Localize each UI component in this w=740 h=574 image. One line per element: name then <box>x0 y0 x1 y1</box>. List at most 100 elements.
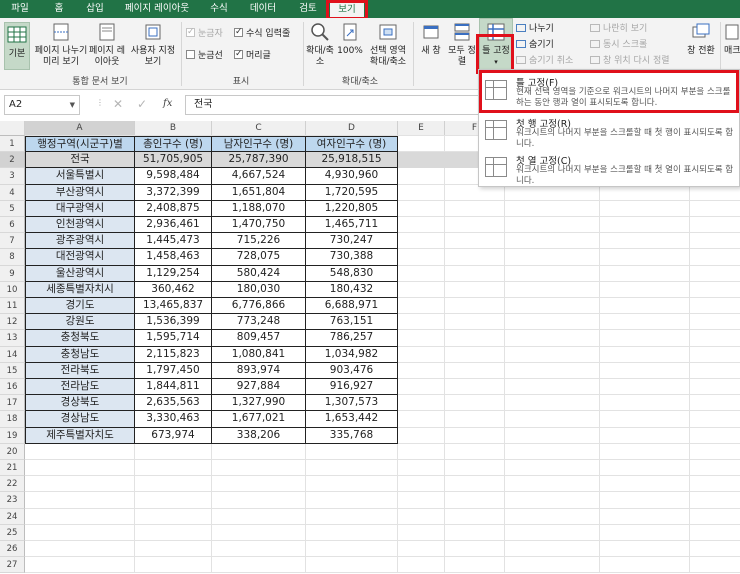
table-cell[interactable]: 730,388 <box>306 249 398 266</box>
table-cell[interactable]: 1,536,399 <box>135 314 212 331</box>
row-header[interactable]: 13 <box>0 330 25 347</box>
table-cell[interactable]: 전국 <box>25 152 135 169</box>
custom-view-button[interactable]: 사용자 지정 보기 <box>128 22 178 68</box>
row-header[interactable]: 12 <box>0 314 25 331</box>
table-cell[interactable]: 903,476 <box>306 362 398 379</box>
row-header[interactable]: 25 <box>0 524 25 541</box>
row-header[interactable]: 23 <box>0 492 25 509</box>
table-cell[interactable]: 울산광역시 <box>25 265 135 282</box>
table-cell[interactable]: 3,372,399 <box>135 184 212 201</box>
split-button[interactable]: 나누기 <box>516 23 554 35</box>
column-header-a[interactable]: A <box>25 121 135 136</box>
enter-check-icon[interactable]: ✓ <box>137 97 147 111</box>
table-cell[interactable]: 25,918,515 <box>306 152 398 169</box>
headings-checkbox[interactable]: 머리글 <box>234 48 271 62</box>
table-cell[interactable]: 1,677,021 <box>212 411 306 428</box>
table-cell[interactable]: 충청북도 <box>25 330 135 347</box>
table-cell[interactable]: 25,787,390 <box>212 152 306 169</box>
table-cell[interactable]: 51,705,905 <box>135 152 212 169</box>
table-cell[interactable]: 809,457 <box>212 330 306 347</box>
table-cell[interactable]: 6,776,866 <box>212 298 306 315</box>
table-cell[interactable]: 730,247 <box>306 233 398 250</box>
row-header[interactable]: 5 <box>0 200 25 217</box>
zoom-to-selection-button[interactable]: 선택 영역 확대/축소 <box>366 22 410 68</box>
table-cell[interactable]: 335,768 <box>306 427 398 444</box>
row-header[interactable]: 3 <box>0 168 25 185</box>
table-cell[interactable]: 13,465,837 <box>135 298 212 315</box>
table-cell[interactable]: 673,974 <box>135 427 212 444</box>
normal-view-button[interactable]: 기본 <box>4 22 30 70</box>
column-header-b[interactable]: B <box>135 121 212 136</box>
table-header-cell[interactable]: 행정구역(시군구)별 <box>25 136 135 153</box>
row-header[interactable]: 18 <box>0 411 25 428</box>
table-cell[interactable]: 서울특별시 <box>25 168 135 185</box>
insert-function-icon[interactable]: fx <box>163 98 172 109</box>
row-header[interactable]: 24 <box>0 508 25 525</box>
row-header[interactable]: 16 <box>0 379 25 396</box>
arrange-all-button[interactable]: 모두 정렬 <box>447 22 477 68</box>
row-header[interactable]: 9 <box>0 265 25 282</box>
row-header[interactable]: 21 <box>0 460 25 477</box>
tab-insert[interactable]: 삽입 <box>78 0 112 18</box>
table-cell[interactable]: 1,595,714 <box>135 330 212 347</box>
table-cell[interactable]: 1,720,595 <box>306 184 398 201</box>
row-header[interactable]: 17 <box>0 395 25 412</box>
table-cell[interactable]: 1,307,573 <box>306 395 398 412</box>
table-cell[interactable]: 360,462 <box>135 281 212 298</box>
table-cell[interactable]: 728,075 <box>212 249 306 266</box>
table-cell[interactable]: 786,257 <box>306 330 398 347</box>
table-cell[interactable]: 경상남도 <box>25 411 135 428</box>
table-cell[interactable]: 전라남도 <box>25 379 135 396</box>
table-cell[interactable]: 2,635,563 <box>135 395 212 412</box>
table-cell[interactable]: 1,470,750 <box>212 217 306 234</box>
row-header[interactable]: 26 <box>0 541 25 558</box>
ruler-checkbox[interactable]: 눈금자 <box>186 26 223 40</box>
table-cell[interactable]: 548,830 <box>306 265 398 282</box>
row-header[interactable]: 4 <box>0 184 25 201</box>
table-cell[interactable]: 경기도 <box>25 298 135 315</box>
table-cell[interactable]: 제주특별자치도 <box>25 427 135 444</box>
table-cell[interactable]: 927,884 <box>212 379 306 396</box>
row-header[interactable]: 19 <box>0 427 25 444</box>
row-header[interactable]: 10 <box>0 281 25 298</box>
row-header[interactable]: 11 <box>0 298 25 315</box>
table-cell[interactable]: 9,598,484 <box>135 168 212 185</box>
table-cell[interactable]: 대구광역시 <box>25 200 135 217</box>
table-cell[interactable]: 1,797,450 <box>135 362 212 379</box>
column-header-c[interactable]: C <box>212 121 306 136</box>
table-cell[interactable]: 773,248 <box>212 314 306 331</box>
table-cell[interactable]: 6,688,971 <box>306 298 398 315</box>
table-cell[interactable]: 916,927 <box>306 379 398 396</box>
name-box[interactable]: A2 ▼ <box>4 95 80 115</box>
table-cell[interactable]: 1,129,254 <box>135 265 212 282</box>
table-cell[interactable]: 1,844,811 <box>135 379 212 396</box>
table-cell[interactable]: 715,226 <box>212 233 306 250</box>
table-cell[interactable]: 1,327,990 <box>212 395 306 412</box>
table-cell[interactable]: 4,930,960 <box>306 168 398 185</box>
row-header[interactable]: 2 <box>0 152 25 169</box>
table-header-cell[interactable]: 여자인구수 (명) <box>306 136 398 153</box>
column-header-d[interactable]: D <box>306 121 398 136</box>
row-header[interactable]: 1 <box>0 136 25 153</box>
table-cell[interactable]: 2,936,461 <box>135 217 212 234</box>
tab-formulas[interactable]: 수식 <box>202 0 236 18</box>
page-layout-button[interactable]: 페이지 레이아웃 <box>88 22 126 68</box>
row-header[interactable]: 27 <box>0 557 25 574</box>
cancel-icon[interactable]: ✕ <box>113 97 123 111</box>
table-cell[interactable]: 1,188,070 <box>212 200 306 217</box>
table-cell[interactable]: 세종특별자치시 <box>25 281 135 298</box>
table-cell[interactable]: 580,424 <box>212 265 306 282</box>
table-cell[interactable]: 인천광역시 <box>25 217 135 234</box>
hide-button[interactable]: 숨기기 <box>516 39 554 51</box>
menu-item-freeze-top-row[interactable]: 첫 행 고정(R) 워크시트의 나머지 부분을 스크롤할 때 첫 행이 표시되도… <box>479 114 740 150</box>
table-cell[interactable]: 893,974 <box>212 362 306 379</box>
table-cell[interactable]: 1,080,841 <box>212 346 306 363</box>
table-cell[interactable]: 1,458,463 <box>135 249 212 266</box>
row-header[interactable]: 7 <box>0 233 25 250</box>
table-header-cell[interactable]: 총인구수 (명) <box>135 136 212 153</box>
zoom-button[interactable]: 확대/축소 <box>306 22 334 68</box>
synchronous-scroll-button[interactable]: 동시 스크롤 <box>590 39 647 51</box>
row-header[interactable]: 22 <box>0 476 25 493</box>
table-cell[interactable]: 2,408,875 <box>135 200 212 217</box>
table-cell[interactable]: 763,151 <box>306 314 398 331</box>
